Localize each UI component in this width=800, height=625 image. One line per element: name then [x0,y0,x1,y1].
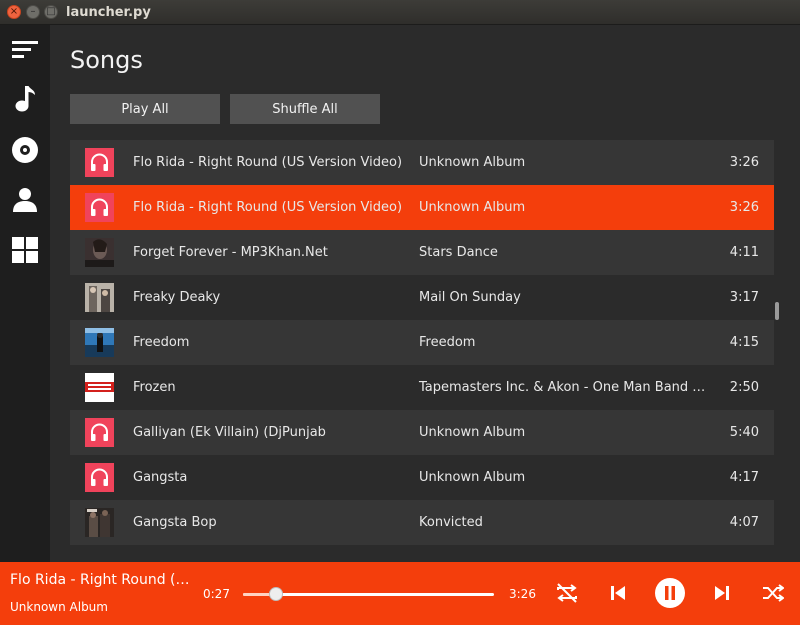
shuffle-icon[interactable] [758,578,788,608]
person-icon[interactable] [0,180,50,220]
song-album: Freedom [419,335,476,350]
song-title: Gangsta Bop [133,515,217,530]
album-art-headphones-icon [85,418,114,447]
song-album: Unknown Album [419,155,526,170]
seek-handle[interactable] [268,587,283,601]
song-duration: 3:26 [729,200,759,215]
player-bar: Flo Rida - Right Round (… Unknown Album … [0,562,800,625]
play-all-button[interactable]: Play All [70,94,220,124]
song-row[interactable]: Flo Rida - Right Round (US Version Video… [70,140,774,185]
album-art-headphones-icon [85,148,114,177]
page-title: Songs [70,46,143,74]
skip-previous-icon[interactable] [603,578,633,608]
song-title: Freedom [133,335,190,350]
album-art-image [85,283,114,312]
song-list: Flo Rida - Right Round (US Version Video… [70,140,774,560]
song-title: Flo Rida - Right Round (US Version Video… [133,200,403,215]
song-duration: 2:50 [729,380,759,395]
song-album: Unknown Album [419,425,526,440]
pause-icon [665,586,675,600]
song-row[interactable]: Forget Forever - MP3Khan.Net Stars Dance… [70,230,774,275]
song-title: Frozen [133,380,176,395]
pause-button[interactable] [655,578,685,608]
song-row[interactable]: Freaky Deaky Mail On Sunday 3:17 [70,275,774,320]
song-album: Stars Dance [419,245,498,260]
song-duration: 4:11 [729,245,759,260]
music-note-icon[interactable] [0,79,50,119]
song-album: Unknown Album [419,200,526,215]
songs-view: Songs Play All Shuffle All Flo Rida - Ri… [50,25,800,562]
song-row[interactable]: Gangsta Unknown Album 4:17 [70,455,774,500]
now-playing-album: Unknown Album [10,600,108,614]
skip-next-icon[interactable] [707,578,737,608]
song-duration: 5:40 [729,425,759,440]
song-title: Galliyan (Ek Villain) (DjPunjab [133,425,326,440]
window-maximize-button[interactable]: □ [44,5,58,19]
shuffle-all-button[interactable]: Shuffle All [230,94,380,124]
song-album: Unknown Album [419,470,526,485]
album-art-image [85,328,114,357]
title-bar: × – □ launcher.py [0,0,800,25]
song-album: Tapemasters Inc. & Akon - One Man Band … [419,380,706,395]
total-time: 3:26 [509,587,536,601]
album-art-image [85,238,114,267]
song-row[interactable]: Gangsta Bop Konvicted 4:07 [70,500,774,545]
song-title: Freaky Deaky [133,290,221,305]
seek-slider[interactable] [243,587,494,601]
album-art-image [85,373,114,402]
window-title: launcher.py [66,5,151,20]
window-close-button[interactable]: × [7,5,21,19]
now-playing-title: Flo Rida - Right Round (… [10,572,190,588]
song-title: Forget Forever - MP3Khan.Net [133,245,328,260]
grid-icon[interactable] [0,230,50,270]
song-row[interactable]: Freedom Freedom 4:15 [70,320,774,365]
song-album: Konvicted [419,515,483,530]
sidebar [0,25,50,562]
sort-icon[interactable] [0,29,50,69]
repeat-off-icon[interactable] [552,578,582,608]
list-scrollbar[interactable] [775,302,779,320]
song-row[interactable]: Frozen Tapemasters Inc. & Akon - One Man… [70,365,774,410]
song-duration: 3:17 [729,290,759,305]
song-album: Mail On Sunday [419,290,521,305]
song-duration: 3:26 [729,155,759,170]
song-title: Flo Rida - Right Round (US Version Video… [133,155,403,170]
current-time: 0:27 [203,587,230,601]
album-art-image [85,508,114,537]
song-duration: 4:17 [729,470,759,485]
song-row[interactable]: Galliyan (Ek Villain) (DjPunjab Unknown … [70,410,774,455]
song-duration: 4:15 [729,335,759,350]
album-art-headphones-icon [85,193,114,222]
song-duration: 4:07 [729,515,759,530]
window-minimize-button[interactable]: – [26,5,40,19]
song-row-selected[interactable]: Flo Rida - Right Round (US Version Video… [70,185,774,230]
album-art-headphones-icon [85,463,114,492]
song-title: Gangsta [133,470,188,485]
disc-icon[interactable] [0,130,50,170]
